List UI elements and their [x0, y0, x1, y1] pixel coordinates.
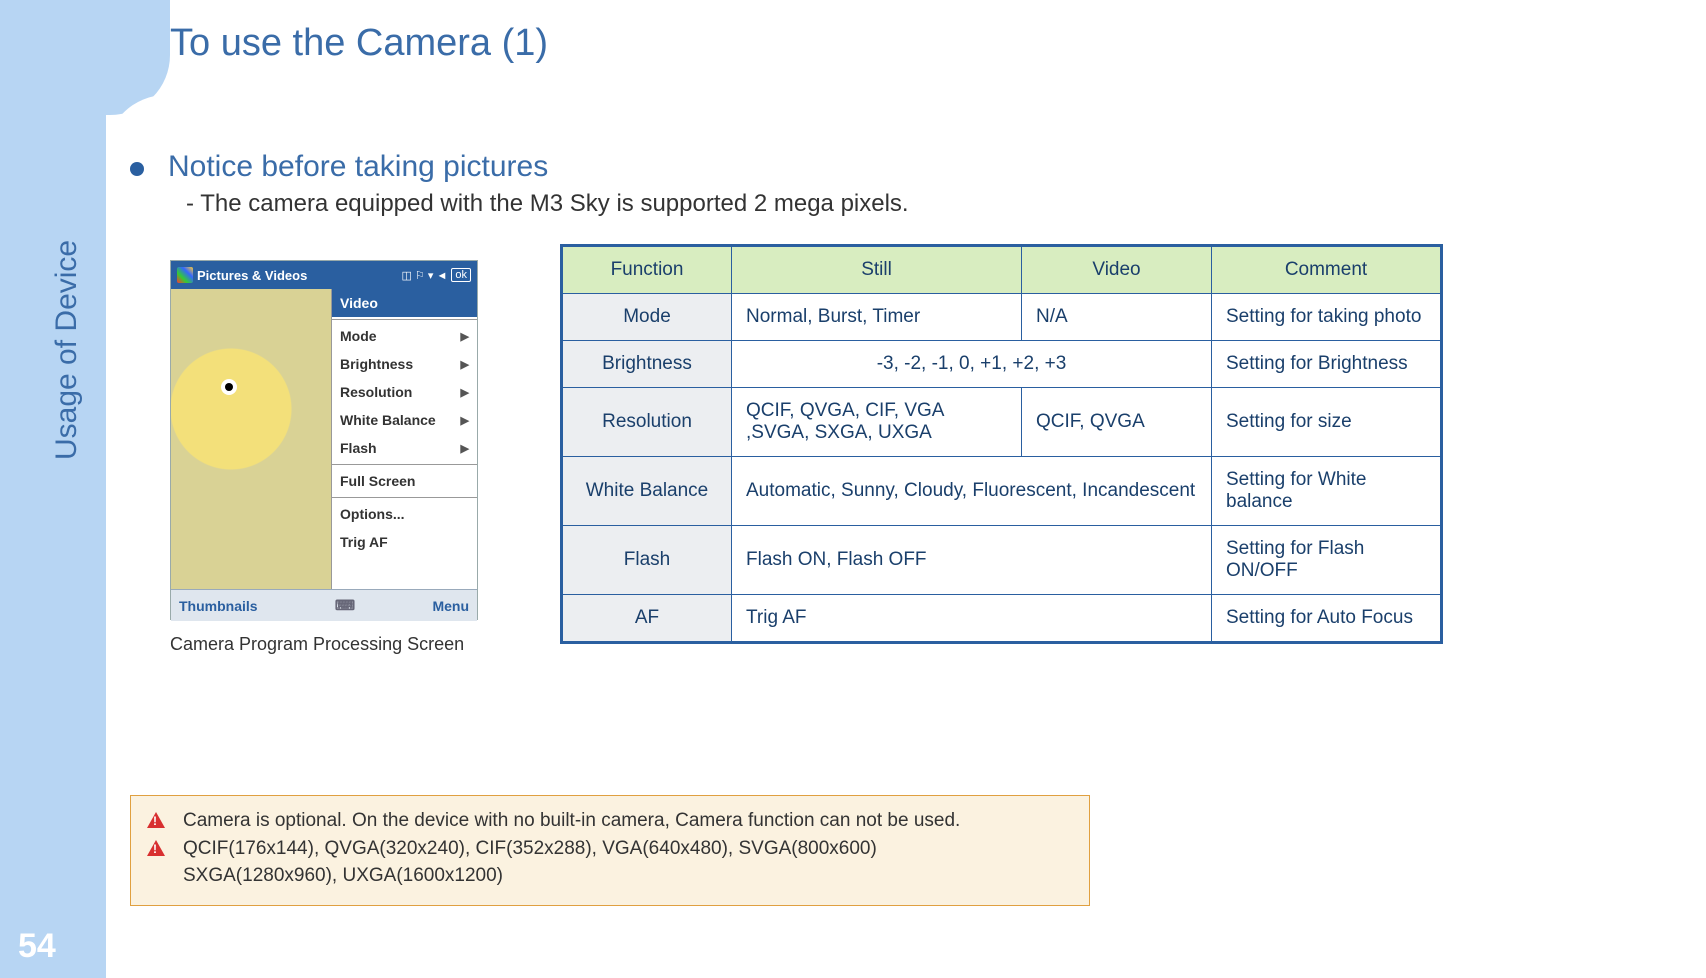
menu-item-trig-af[interactable]: Trig AF	[332, 528, 477, 556]
cell-function: Flash	[562, 526, 732, 595]
warning-icon	[147, 812, 165, 828]
table-row: Mode Normal, Burst, Timer N/A Setting fo…	[562, 294, 1442, 341]
menu-label: Mode	[340, 328, 377, 344]
cell-merged: Flash ON, Flash OFF	[732, 526, 1212, 595]
cell-video: N/A	[1022, 294, 1212, 341]
cell-function: White Balance	[562, 457, 732, 526]
menu-button[interactable]: Menu	[432, 598, 469, 614]
menu-item-video[interactable]: Video	[332, 289, 477, 317]
warning-row: Camera is optional. On the device with n…	[147, 808, 1073, 834]
submenu-arrow-icon: ▶	[461, 330, 469, 343]
warning-text: SXGA(1280x960), UXGA(1600x1200)	[183, 863, 503, 889]
bullet-title-text: Notice before taking pictures	[168, 150, 548, 184]
context-menu: Video Mode ▶ Brightness ▶ Resolution ▶ Whit…	[331, 289, 477, 589]
header-video: Video	[1022, 246, 1212, 294]
section-label: Usage of Device	[50, 240, 84, 460]
status-icons: ◫ ⚐ ▾ ◄	[402, 269, 448, 282]
ok-badge: ok	[451, 268, 471, 282]
warning-icon	[147, 840, 165, 856]
submenu-arrow-icon: ▶	[461, 386, 469, 399]
menu-label: Flash	[340, 440, 377, 456]
header-still: Still	[732, 246, 1022, 294]
table-row: AF Trig AF Setting for Auto Focus	[562, 595, 1442, 643]
menu-item-mode[interactable]: Mode ▶	[332, 322, 477, 350]
table-row: Brightness -3, -2, -1, 0, +1, +2, +3 Set…	[562, 341, 1442, 388]
warning-box: Camera is optional. On the device with n…	[130, 795, 1090, 906]
menu-item-flash[interactable]: Flash ▶	[332, 434, 477, 462]
menu-label: Resolution	[340, 384, 412, 400]
device-screenshot: Pictures & Videos ◫ ⚐ ▾ ◄ ok Video Mode ▶…	[170, 260, 478, 655]
camera-preview	[171, 289, 331, 589]
screenshot-frame: Pictures & Videos ◫ ⚐ ▾ ◄ ok Video Mode ▶…	[170, 260, 478, 620]
bullet-subtext: - The camera equipped with the M3 Sky is…	[186, 190, 909, 218]
screenshot-body: Video Mode ▶ Brightness ▶ Resolution ▶ Whit…	[171, 289, 477, 589]
menu-item-white-balance[interactable]: White Balance ▶	[332, 406, 477, 434]
submenu-arrow-icon: ▶	[461, 358, 469, 371]
table-row: Flash Flash ON, Flash OFF Setting for Fl…	[562, 526, 1442, 595]
cell-comment: Setting for Flash ON/OFF	[1212, 526, 1442, 595]
menu-item-brightness[interactable]: Brightness ▶	[332, 350, 477, 378]
cell-function: Brightness	[562, 341, 732, 388]
screenshot-bottom-bar: Thumbnails ⌨ Menu	[171, 589, 477, 621]
cell-merged: Automatic, Sunny, Cloudy, Fluorescent, I…	[732, 457, 1212, 526]
thumbnails-button[interactable]: Thumbnails	[179, 598, 258, 614]
menu-item-resolution[interactable]: Resolution ▶	[332, 378, 477, 406]
cell-video: QCIF, QVGA	[1022, 388, 1212, 457]
warning-text: Camera is optional. On the device with n…	[183, 808, 960, 834]
cell-comment: Setting for Brightness	[1212, 341, 1442, 388]
cell-comment: Setting for size	[1212, 388, 1442, 457]
cell-function: Resolution	[562, 388, 732, 457]
cell-function: Mode	[562, 294, 732, 341]
bullet-icon	[130, 162, 144, 176]
cell-comment: Setting for Auto Focus	[1212, 595, 1442, 643]
cell-comment: Setting for White balance	[1212, 457, 1442, 526]
menu-label: White Balance	[340, 412, 436, 428]
header-comment: Comment	[1212, 246, 1442, 294]
cell-function: AF	[562, 595, 732, 643]
preview-graphic	[221, 379, 237, 395]
table-header-row: Function Still Video Comment	[562, 246, 1442, 294]
keyboard-icon[interactable]: ⌨	[335, 597, 355, 614]
screenshot-titlebar: Pictures & Videos ◫ ⚐ ▾ ◄ ok	[171, 261, 477, 289]
cell-merged: Trig AF	[732, 595, 1212, 643]
cell-comment: Setting for taking photo	[1212, 294, 1442, 341]
table-row: Resolution QCIF, QVGA, CIF, VGA ,SVGA, S…	[562, 388, 1442, 457]
menu-item-options[interactable]: Options...	[332, 500, 477, 528]
screenshot-title: Pictures & Videos	[197, 268, 398, 283]
cell-still: QCIF, QVGA, CIF, VGA ,SVGA, SXGA, UXGA	[732, 388, 1022, 457]
menu-label: Brightness	[340, 356, 413, 372]
page-number: 54	[18, 927, 56, 966]
cell-still: Normal, Burst, Timer	[732, 294, 1022, 341]
submenu-arrow-icon: ▶	[461, 442, 469, 455]
windows-icon	[177, 267, 193, 283]
bullet-heading: Notice before taking pictures	[130, 150, 548, 184]
submenu-arrow-icon: ▶	[461, 414, 469, 427]
menu-item-full-screen[interactable]: Full Screen	[332, 467, 477, 495]
function-table: Function Still Video Comment Mode Normal…	[560, 244, 1443, 644]
warning-row: QCIF(176x144), QVGA(320x240), CIF(352x28…	[147, 836, 1073, 862]
table-row: White Balance Automatic, Sunny, Cloudy, …	[562, 457, 1442, 526]
cell-merged: -3, -2, -1, 0, +1, +2, +3	[732, 341, 1212, 388]
page-title: To use the Camera (1)	[170, 22, 548, 65]
warning-text: QCIF(176x144), QVGA(320x240), CIF(352x28…	[183, 836, 877, 862]
screenshot-caption: Camera Program Processing Screen	[170, 634, 478, 655]
warning-row: SXGA(1280x960), UXGA(1600x1200)	[147, 863, 1073, 889]
side-column	[0, 0, 106, 978]
header-function: Function	[562, 246, 732, 294]
